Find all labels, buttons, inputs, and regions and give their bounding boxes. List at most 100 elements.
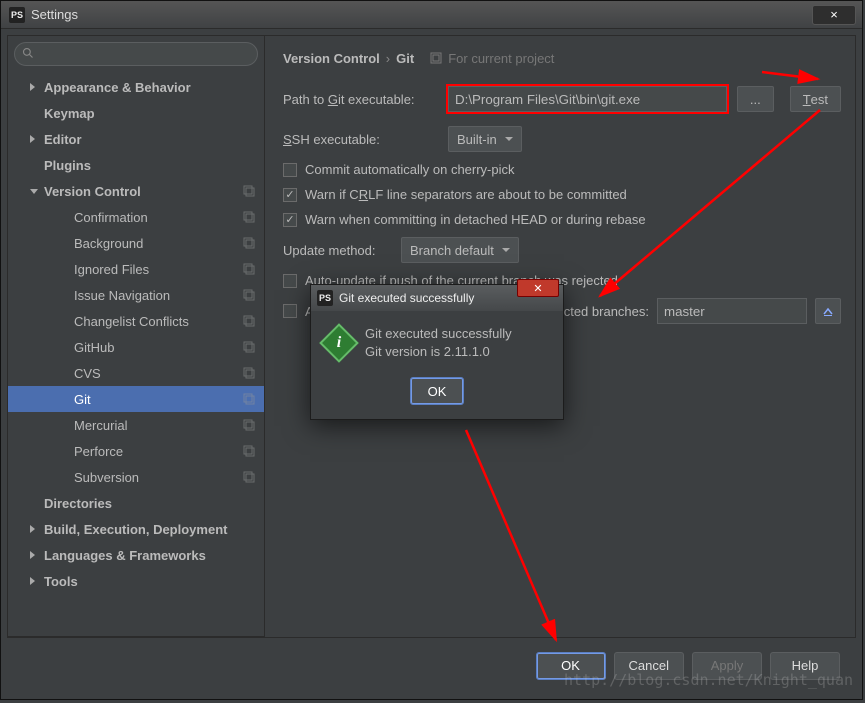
titlebar: PS Settings × (1, 1, 862, 29)
ok-button[interactable]: OK (536, 652, 606, 680)
expand-field-button[interactable] (815, 298, 841, 324)
app-icon: PS (317, 290, 333, 306)
sidebar-item-label: Perforce (74, 444, 123, 459)
help-button[interactable]: Help (770, 652, 840, 680)
sidebar-item-label: GitHub (74, 340, 114, 355)
sidebar-item-confirmation[interactable]: Confirmation (8, 204, 264, 230)
project-level-icon (242, 210, 256, 224)
expand-icon (822, 305, 834, 317)
commit-auto-checkbox[interactable] (283, 163, 297, 177)
sidebar-item-label: Git (74, 392, 91, 407)
warn-detached-checkbox[interactable] (283, 213, 297, 227)
sidebar-item-plugins[interactable]: Plugins (8, 152, 264, 178)
breadcrumb-a: Version Control (283, 51, 380, 66)
sidebar-item-label: Directories (44, 496, 112, 511)
warn-detached-label: Warn when committing in detached HEAD or… (305, 212, 646, 227)
sidebar-item-keymap[interactable]: Keymap (8, 100, 264, 126)
breadcrumb-sep: › (386, 51, 390, 66)
dialog-message-1: Git executed successfully (365, 325, 512, 343)
tree-triangle-icon (30, 83, 38, 91)
sidebar-item-editor[interactable]: Editor (8, 126, 264, 152)
sidebar-item-label: Issue Navigation (74, 288, 170, 303)
sidebar-item-tools[interactable]: Tools (8, 568, 264, 594)
window-title: Settings (31, 7, 78, 22)
ssh-executable-dropdown[interactable]: Built-in (448, 126, 522, 152)
sidebar-item-label: Plugins (44, 158, 91, 173)
sidebar-item-mercurial[interactable]: Mercurial (8, 412, 264, 438)
project-level-icon (242, 340, 256, 354)
sidebar-item-perforce[interactable]: Perforce (8, 438, 264, 464)
sidebar-item-version-control[interactable]: Version Control (8, 178, 264, 204)
project-level-icon (242, 262, 256, 276)
sidebar-item-label: Appearance & Behavior (44, 80, 191, 95)
breadcrumb: Version Control › Git For current projec… (283, 44, 841, 72)
protected-branches-input[interactable] (657, 298, 807, 324)
project-level-icon (242, 314, 256, 328)
project-scope-icon (430, 52, 442, 64)
dialog-button-bar: OK Cancel Apply Help (7, 637, 856, 693)
protected-label-b: tected branches: (553, 304, 649, 319)
sidebar-item-label: Confirmation (74, 210, 148, 225)
result-dialog: PS Git executed successfully ✕ i Git exe… (310, 284, 564, 420)
sidebar-item-build-execution-deployment[interactable]: Build, Execution, Deployment (8, 516, 264, 542)
tree-triangle-icon (30, 135, 38, 143)
sidebar-item-ignored-files[interactable]: Ignored Files (8, 256, 264, 282)
sidebar-item-label: Ignored Files (74, 262, 149, 277)
ssh-label: SSH executable: (283, 132, 438, 147)
dialog-titlebar[interactable]: PS Git executed successfully ✕ (311, 285, 563, 311)
sidebar-item-background[interactable]: Background (8, 230, 264, 256)
tree-triangle-icon (30, 577, 38, 585)
tree-triangle-icon (30, 187, 38, 195)
info-icon: i (319, 323, 359, 363)
project-level-icon (242, 470, 256, 484)
dialog-ok-button[interactable]: OK (410, 377, 464, 405)
search-icon (22, 47, 34, 59)
tree-triangle-icon (30, 551, 38, 559)
sidebar-item-label: Changelist Conflicts (74, 314, 189, 329)
warn-crlf-checkbox[interactable] (283, 188, 297, 202)
sidebar-item-cvs[interactable]: CVS (8, 360, 264, 386)
sidebar-item-issue-navigation[interactable]: Issue Navigation (8, 282, 264, 308)
update-method-dropdown[interactable]: Branch default (401, 237, 519, 263)
sidebar-item-label: Version Control (44, 184, 141, 199)
project-level-icon (242, 184, 256, 198)
sidebar-item-label: Mercurial (74, 418, 127, 433)
update-method-label: Update method: (283, 243, 391, 258)
project-level-icon (242, 366, 256, 380)
app-icon: PS (9, 7, 25, 23)
sidebar-item-subversion[interactable]: Subversion (8, 464, 264, 490)
sidebar-item-label: CVS (74, 366, 101, 381)
dialog-close-button[interactable]: ✕ (517, 279, 559, 297)
dialog-title: Git executed successfully (339, 291, 474, 305)
sidebar-item-appearance-behavior[interactable]: Appearance & Behavior (8, 74, 264, 100)
test-button[interactable]: Test (790, 86, 841, 112)
sidebar-item-changelist-conflicts[interactable]: Changelist Conflicts (8, 308, 264, 334)
sidebar-item-label: Languages & Frameworks (44, 548, 206, 563)
chevron-down-icon (505, 137, 513, 141)
sidebar-item-label: Keymap (44, 106, 95, 121)
sidebar-item-git[interactable]: Git (8, 386, 264, 412)
project-level-icon (242, 236, 256, 250)
sidebar-item-label: Build, Execution, Deployment (44, 522, 227, 537)
project-level-icon (242, 288, 256, 302)
auto-update-checkbox[interactable] (283, 274, 297, 288)
commit-auto-label: Commit automatically on cherry-pick (305, 162, 515, 177)
dialog-message-2: Git version is 2.11.1.0 (365, 343, 512, 361)
sidebar-item-label: Background (74, 236, 143, 251)
sidebar-item-label: Subversion (74, 470, 139, 485)
search-input[interactable] (14, 42, 258, 66)
warn-crlf-label: Warn if CRLF line separators are about t… (305, 187, 627, 202)
apply-button[interactable]: Apply (692, 652, 762, 680)
cancel-button[interactable]: Cancel (614, 652, 684, 680)
sidebar-item-directories[interactable]: Directories (8, 490, 264, 516)
tree-triangle-icon (30, 525, 38, 533)
window-close-button[interactable]: × (812, 5, 856, 25)
browse-button[interactable]: ... (737, 86, 774, 112)
protected-checkbox[interactable] (283, 304, 297, 318)
project-level-icon (242, 444, 256, 458)
breadcrumb-b: Git (396, 51, 414, 66)
sidebar-item-github[interactable]: GitHub (8, 334, 264, 360)
sidebar-item-languages-frameworks[interactable]: Languages & Frameworks (8, 542, 264, 568)
project-level-icon (242, 418, 256, 432)
git-path-input[interactable] (448, 86, 727, 112)
